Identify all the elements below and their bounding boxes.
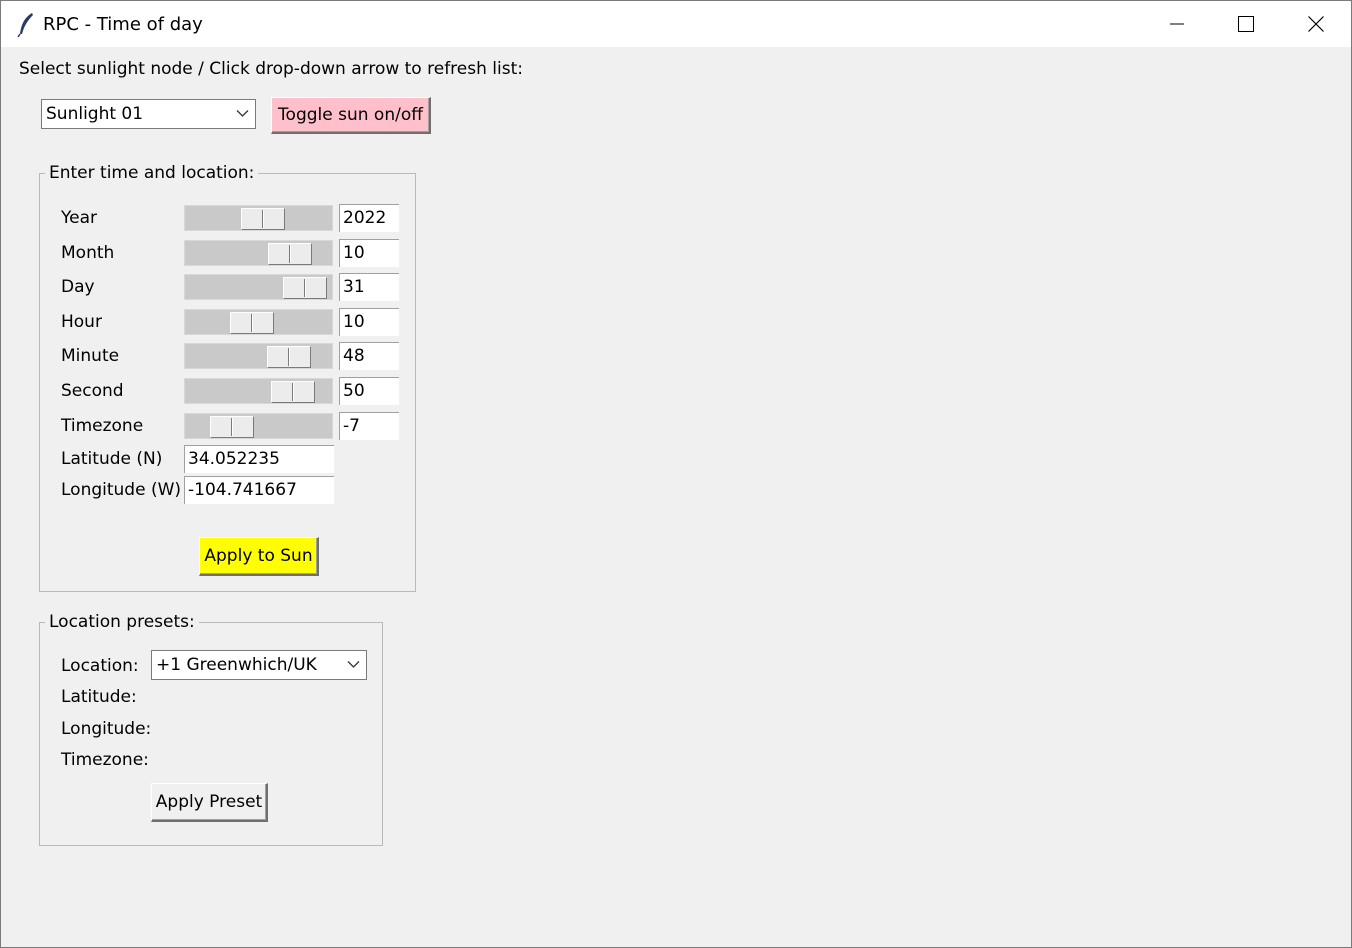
apply-to-sun-button[interactable]: Apply to Sun [199, 537, 319, 576]
sunlight-node-value: Sunlight 01 [46, 104, 144, 124]
location-label: Location: [61, 656, 139, 676]
close-button[interactable] [1281, 1, 1351, 47]
hour-slider-thumb[interactable] [230, 312, 274, 334]
time-location-title: Enter time and location: [45, 163, 259, 183]
instruction-label: Select sunlight node / Click drop-down a… [19, 59, 523, 79]
title-bar: RPC - Time of day [1, 1, 1351, 47]
year-slider[interactable] [184, 205, 333, 231]
latitude-input[interactable]: 34.052235 [184, 445, 334, 473]
location-presets-title: Location presets: [45, 612, 199, 632]
year-slider-thumb[interactable] [241, 208, 285, 230]
chevron-down-icon[interactable] [236, 109, 249, 118]
year-label: Year [61, 208, 97, 228]
maximize-icon [1238, 16, 1254, 32]
timezone-input[interactable]: -7 [339, 412, 399, 440]
location-preset-select[interactable]: +1 Greenwhich/UK [151, 650, 367, 680]
toggle-sun-label: Toggle sun on/off [278, 105, 423, 125]
day-label: Day [61, 277, 95, 297]
sunlight-node-select[interactable]: Sunlight 01 [41, 99, 256, 129]
latitude-label: Latitude (N) [61, 449, 163, 469]
feather-icon [17, 13, 33, 38]
month-slider[interactable] [184, 240, 333, 266]
day-slider-thumb[interactable] [283, 277, 327, 299]
minimize-button[interactable] [1142, 1, 1212, 47]
chevron-down-icon[interactable] [347, 660, 360, 669]
timezone-slider-thumb[interactable] [210, 416, 254, 438]
day-input[interactable]: 31 [339, 273, 399, 301]
maximize-button[interactable] [1211, 1, 1281, 47]
minimize-icon [1170, 23, 1184, 25]
toggle-sun-button[interactable]: Toggle sun on/off [271, 97, 431, 134]
preset-latitude-label: Latitude: [61, 687, 137, 707]
month-input[interactable]: 10 [339, 239, 399, 267]
window-title: RPC - Time of day [43, 14, 203, 35]
day-slider[interactable] [184, 274, 333, 300]
second-slider[interactable] [184, 378, 333, 404]
apply-preset-label: Apply Preset [155, 792, 263, 812]
minute-slider-thumb[interactable] [267, 346, 311, 368]
month-label: Month [61, 243, 115, 263]
app-window: RPC - Time of day Select sunlight node /… [0, 0, 1352, 948]
hour-input[interactable]: 10 [339, 308, 399, 336]
second-label: Second [61, 381, 124, 401]
minute-input[interactable]: 48 [339, 342, 399, 370]
apply-preset-button[interactable]: Apply Preset [151, 783, 268, 822]
hour-label: Hour [61, 312, 102, 332]
longitude-label: Longitude (W) [61, 480, 182, 500]
hour-slider[interactable] [184, 309, 333, 335]
year-input[interactable]: 2022 [339, 204, 399, 232]
preset-longitude-label: Longitude: [61, 719, 152, 739]
close-icon [1308, 16, 1324, 32]
timezone-slider[interactable] [184, 413, 333, 439]
second-slider-thumb[interactable] [271, 381, 315, 403]
apply-to-sun-label: Apply to Sun [204, 546, 313, 566]
location-preset-value: +1 Greenwhich/UK [156, 655, 317, 675]
preset-timezone-label: Timezone: [61, 750, 149, 770]
second-input[interactable]: 50 [339, 377, 399, 405]
minute-slider[interactable] [184, 343, 333, 369]
longitude-input[interactable]: -104.741667 [184, 476, 334, 504]
minute-label: Minute [61, 346, 120, 366]
timezone-label: Timezone [61, 416, 144, 436]
month-slider-thumb[interactable] [268, 243, 312, 265]
